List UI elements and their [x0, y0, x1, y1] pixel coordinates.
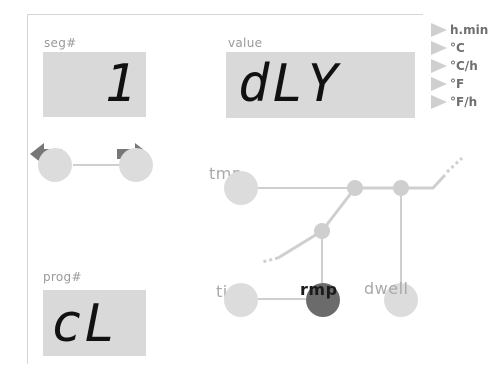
rmp-label: rmp — [300, 280, 338, 299]
tmp-button[interactable] — [224, 171, 258, 205]
prog-display: cL — [43, 290, 146, 356]
prog-value: cL — [51, 294, 118, 354]
time-button[interactable] — [224, 283, 258, 317]
seg-next-button[interactable] — [119, 148, 153, 182]
prog-label: prog# — [43, 270, 82, 284]
dwell-label: dwell — [364, 279, 409, 298]
seg-prev-button[interactable] — [38, 148, 72, 182]
